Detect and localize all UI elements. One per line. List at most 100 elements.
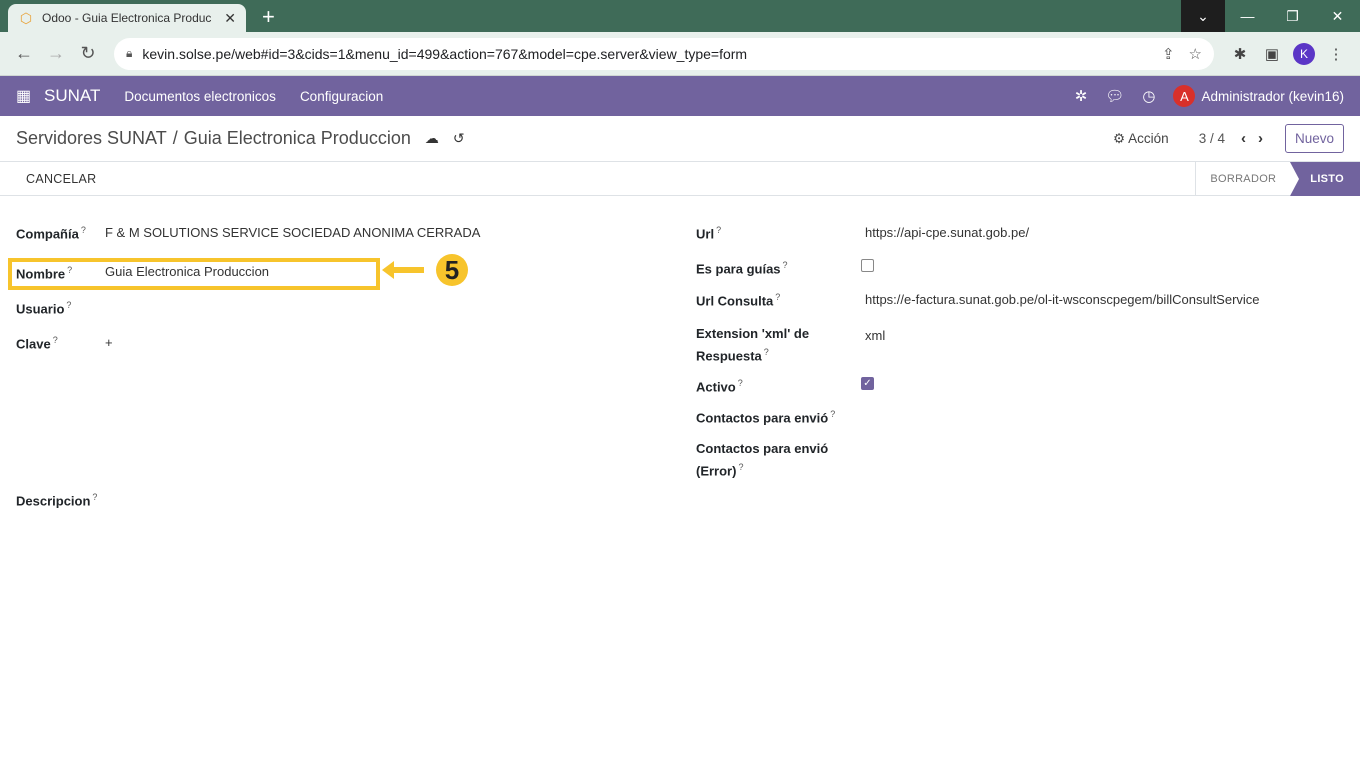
user-field[interactable] [105,296,365,315]
url-field[interactable]: https://api-cpe.sunat.gob.pe/ [865,223,1029,242]
debug-bug-icon[interactable]: ✲ [1075,87,1088,105]
navbar-systray: ✲ 💬︎ ◷ A Administrador (kevin16) [1057,85,1344,107]
state-listo[interactable]: LISTO [1290,161,1360,196]
company-field[interactable]: F & M SOLUTIONS SERVICE SOCIEDAD ANONIMA… [105,223,480,242]
name-label-text: Nombre [16,266,66,282]
menu-documentos-electronicos[interactable]: Documentos electronicos [124,89,276,104]
contacts-field[interactable] [865,405,1265,424]
consult-url-field[interactable]: https://e-factura.sunat.gob.pe/ol-it-wsc… [865,290,1260,309]
new-tab-button[interactable]: + [262,6,275,28]
contacts-error-label-line1: Contactos para envió [696,441,829,456]
tab-title: Odoo - Guia Electronica Produc [42,11,212,25]
description-label: Descripcion? [16,488,97,510]
control-panel: Servidores SUNAT / Guia Electronica Prod… [0,116,1360,162]
checkmark-icon: ✓ [863,378,872,389]
state-borrador[interactable]: BORRADOR [1195,161,1290,196]
activities-clock-icon[interactable]: ◷ [1142,87,1155,105]
action-label: Acción [1128,130,1169,146]
breadcrumb-parent[interactable]: Servidores SUNAT [16,128,167,149]
help-marker: ? [763,347,769,357]
url-text[interactable]: kevin.solse.pe/web#id=3&cids=1&menu_id=4… [142,46,1148,62]
messages-icon[interactable]: 💬︎ [1105,87,1124,105]
bookmark-star-icon[interactable]: ☆ [1189,45,1202,63]
contacts-error-field[interactable] [865,439,1265,458]
consult-label-text: Url Consulta [696,293,774,309]
action-menu-button[interactable]: ⚙ Acción [1113,131,1169,147]
guides-label: Es para guías? [696,256,788,278]
new-button[interactable]: Nuevo [1284,124,1344,153]
minimize-button[interactable]: — [1225,0,1270,32]
help-marker: ? [52,335,58,345]
name-field[interactable]: Guia Electronica Produccion [105,262,269,281]
user-label-text: Usuario [16,301,65,317]
share-icon[interactable]: ⇪ [1162,45,1175,63]
gear-icon: ⚙ [1113,130,1126,146]
description-label-text: Descripcion [16,493,91,509]
help-marker: ? [67,265,73,275]
ext-label: Extension 'xml' de Respuesta? [696,324,809,365]
active-checkbox[interactable]: ✓ [861,377,874,390]
password-label-text: Clave [16,336,51,352]
restore-button[interactable]: ❐ [1270,0,1315,32]
apps-grid-icon[interactable]: ▦ [16,86,32,106]
odoo-navbar: ▦ SUNAT Documentos electronicos Configur… [0,76,1360,116]
odoo-favicon-icon: ⬡ [19,10,33,26]
contacts-label-text: Contactos para envió [696,410,829,426]
profile-avatar[interactable]: K [1293,42,1315,65]
lock-icon[interactable]: 🔒︎ [126,46,132,61]
control-panel-right: ⚙ Acción 3 / 4 ‹ › Nuevo [1113,124,1344,153]
app-brand[interactable]: SUNAT [44,86,100,106]
password-label: Clave? [16,331,58,353]
discard-undo-icon[interactable]: ↺ [453,130,465,147]
arrow-left-icon [382,261,424,279]
close-window-button[interactable]: ✕ [1315,0,1360,32]
active-label-text: Activo [696,379,736,395]
back-icon[interactable]: ← [8,38,40,70]
pager-previous-icon[interactable]: ‹ [1241,130,1246,147]
ext-label-line1: Extension 'xml' de [696,326,810,341]
pager-value[interactable]: 3 / 4 [1199,131,1225,146]
browser-tab[interactable]: ⬡ Odoo - Guia Electronica Produc ✕ [8,4,246,32]
contacts-label: Contactos para envió? [696,405,835,427]
help-marker: ? [66,300,72,310]
state-selector: BORRADOR LISTO [1195,161,1360,196]
form-statusbar: CANCELAR BORRADOR LISTO [0,161,1360,196]
consult-label: Url Consulta? [696,288,780,310]
ext-label-line2: Respuesta [696,348,762,364]
tab-search-icon[interactable]: ⌄ [1181,0,1225,32]
help-marker: ? [716,225,722,235]
user-menu[interactable]: Administrador (kevin16) [1201,89,1344,104]
pager-next-icon[interactable]: › [1258,130,1263,147]
user-avatar[interactable]: A [1173,85,1196,107]
guides-checkbox[interactable] [861,259,874,272]
active-label: Activo? [696,374,743,396]
reload-icon[interactable]: ↻ [72,38,104,70]
help-marker: ? [92,492,98,502]
url-label-text: Url [696,226,715,242]
help-marker: ? [738,462,744,472]
extensions-icon[interactable]: ✱ [1224,38,1256,70]
help-marker: ? [80,225,86,235]
side-panel-icon[interactable]: ▣ [1256,38,1288,70]
form-sheet: Compañía? F & M SOLUTIONS SERVICE SOCIED… [0,196,1360,756]
forward-icon[interactable]: → [40,38,72,70]
ext-field[interactable]: xml [865,326,885,345]
user-label: Usuario? [16,296,71,318]
help-marker: ? [737,378,743,388]
browser-tab-bar: ⬡ Odoo - Guia Electronica Produc ✕ + ⌄ —… [0,0,1360,32]
help-marker: ? [782,260,788,270]
close-tab-icon[interactable]: ✕ [224,10,236,27]
contacts-error-label: Contactos para envió (Error)? [696,439,828,480]
url-label: Url? [696,221,721,243]
save-cloud-icon[interactable]: ☁ [425,130,439,147]
guides-label-text: Es para guías [696,261,781,277]
password-field[interactable]: + [105,333,113,352]
cancel-button[interactable]: CANCELAR [26,172,96,186]
browser-menu-icon[interactable]: ⋮ [1320,38,1352,70]
menu-configuracion[interactable]: Configuracion [300,89,383,104]
company-label: Compañía? [16,221,86,243]
omnibox[interactable]: 🔒︎ kevin.solse.pe/web#id=3&cids=1&menu_i… [114,37,1214,70]
step-number-badge: 5 [436,254,468,286]
help-marker: ? [775,292,781,302]
contacts-error-label-line2: (Error) [696,463,737,479]
